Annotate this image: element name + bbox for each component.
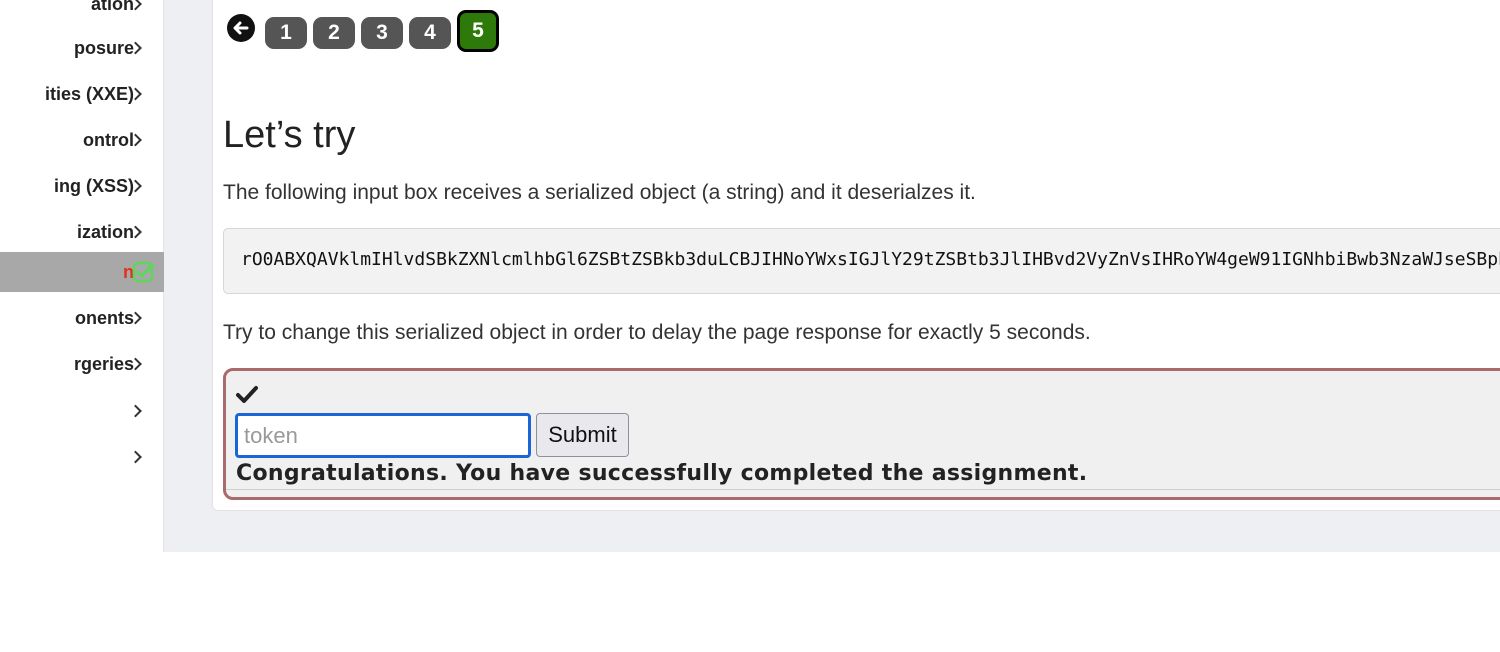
sidebar-item-label: ization	[77, 221, 134, 242]
sidebar-item-ization[interactable]: ization	[0, 212, 164, 252]
sidebar-item-onents[interactable]: onents	[0, 298, 164, 338]
instruction-text: Try to change this serialized object in …	[223, 321, 1091, 344]
sidebar-item-ontrol[interactable]: ontrol	[0, 120, 164, 160]
previous-page-button[interactable]	[227, 14, 255, 42]
sidebar-item-xxe[interactable]: ities (XXE)	[0, 74, 164, 114]
divider	[226, 489, 1500, 490]
sidebar-item-label: ontrol	[83, 129, 134, 150]
sidebar-item-label: posure	[73, 37, 134, 58]
submit-button[interactable]: Submit	[536, 413, 629, 457]
sidebar-item-label: onents	[74, 307, 134, 328]
checkmark-icon	[236, 386, 258, 403]
page-button-5-current[interactable]: 5	[457, 10, 499, 52]
page-button-3[interactable]: 3	[361, 16, 403, 49]
page-title: Let’s try	[223, 114, 356, 156]
sidebar-item-active[interactable]: n	[0, 252, 164, 292]
sidebar-item-label: ing (XSS)	[54, 175, 134, 196]
sidebar-item-label: ation	[91, 0, 134, 14]
token-input[interactable]	[235, 413, 531, 458]
sidebar-item-ation[interactable]: ation	[0, 0, 164, 24]
intro-text: The following input box receives a seria…	[223, 181, 976, 204]
page-button-2[interactable]: 2	[313, 16, 355, 49]
check-square-icon	[132, 261, 154, 283]
feedback-message: Congratulations. You have successfully c…	[236, 461, 1088, 486]
chevron-right-icon	[129, 450, 142, 464]
sidebar: ation posure ities (XXE) ontrol ing (XSS…	[0, 0, 164, 552]
sidebar-item-rgeries[interactable]: rgeries	[0, 344, 164, 384]
sidebar-item-label: rgeries	[73, 353, 134, 374]
page-button-4[interactable]: 4	[409, 16, 451, 49]
arrow-left-icon	[233, 21, 249, 35]
sidebar-item-posure[interactable]: posure	[0, 28, 164, 68]
sidebar-item-unlabeled-2[interactable]	[0, 437, 164, 477]
lesson-pagination: 1 2 3 4 5	[227, 10, 505, 52]
assignment-form: Submit Congratulations. You have success…	[223, 368, 1500, 500]
sidebar-item-label: ities (XXE)	[44, 83, 134, 104]
chevron-right-icon	[129, 404, 142, 418]
sidebar-item-xss[interactable]: ing (XSS)	[0, 166, 164, 206]
sidebar-item-unlabeled-1[interactable]	[0, 391, 164, 431]
page-button-1[interactable]: 1	[265, 16, 307, 49]
serialized-object-code: rO0ABXQAVklmIHlvdSBkZXNlcmlhbGl6ZSBtZSBk…	[223, 228, 1500, 294]
